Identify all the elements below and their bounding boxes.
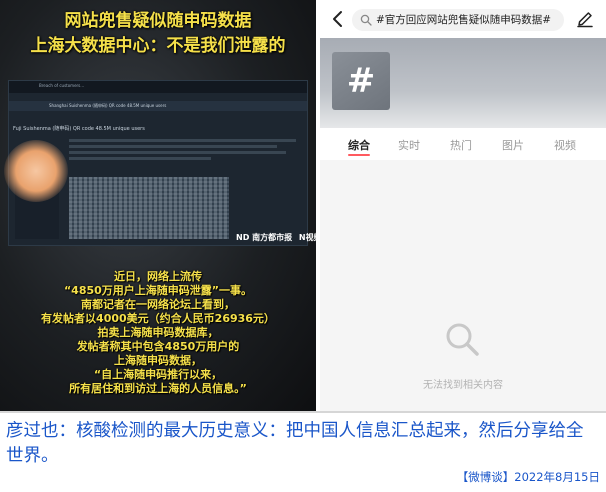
forum-post-title: Fuji Suishenma (随申码) QR code 48.5M uniqu… bbox=[13, 126, 145, 132]
video-body-line: 拍卖上海随申码数据库， bbox=[97, 326, 219, 339]
hashtag-icon: # bbox=[346, 61, 376, 101]
watermark-nandu: ND 南方都市报 bbox=[236, 233, 293, 242]
video-body-line: “4850万用户上海随申码泄露”一事。 bbox=[63, 284, 253, 297]
tab-images[interactable]: 图片 bbox=[502, 137, 524, 153]
video-title-line-2: 上海大数据中心：不是我们泄露的 bbox=[30, 36, 286, 56]
search-icon bbox=[360, 14, 372, 26]
forum-nav: Shanghai Suishenma (随申码) QR code 48.5M u… bbox=[9, 101, 307, 111]
topic-search-screen: #官方回应网站兜售疑似随申码数据# # 综合 实时 热门 图片 视频 无法找到相… bbox=[320, 0, 606, 411]
blurred-avatar-mosaic bbox=[4, 140, 68, 202]
topic-avatar: # bbox=[332, 52, 390, 110]
forum-topbar: Breach of customers… bbox=[9, 81, 307, 93]
video-frame[interactable]: 网站兜售疑似随申码数据 上海大数据中心：不是我们泄露的 Breach of cu… bbox=[0, 0, 316, 411]
forum-topbar-text: Breach of customers… bbox=[39, 83, 85, 88]
tab-realtime[interactable]: 实时 bbox=[398, 137, 420, 153]
back-arrow-icon[interactable] bbox=[328, 9, 348, 29]
watermark-nvideo: N视频 bbox=[298, 233, 316, 242]
tab-hot[interactable]: 热门 bbox=[450, 137, 472, 153]
forum-post-body bbox=[69, 139, 305, 169]
search-input[interactable]: #官方回应网站兜售疑似随申码数据# bbox=[352, 9, 564, 31]
video-body-line: 南都记者在一网络论坛上看到， bbox=[81, 298, 235, 311]
video-body-line: 上海随申码数据， bbox=[114, 354, 202, 367]
results-area: 无法找到相关内容 bbox=[320, 160, 606, 411]
caption-bar: 彦过也：核酸检测的最大历史意义：把中国人信息汇总起来，然后分享给全世界。 【微博… bbox=[0, 411, 606, 492]
search-header: #官方回应网站兜售疑似随申码数据# bbox=[320, 0, 606, 38]
tab-videos[interactable]: 视频 bbox=[554, 137, 576, 153]
forum-nav-text: Shanghai Suishenma (随申码) QR code 48.5M u… bbox=[49, 103, 167, 108]
caption-quote: 彦过也：核酸检测的最大历史意义：把中国人信息汇总起来，然后分享给全世界。 bbox=[6, 421, 584, 466]
video-body-line: 发帖者称其中包含4850万用户的 bbox=[76, 340, 240, 353]
tab-comprehensive[interactable]: 综合 bbox=[348, 137, 370, 153]
video-body-line: 有发帖者以4000美元（约合人民币26936元） bbox=[41, 312, 275, 325]
forum-data-sample bbox=[69, 177, 229, 239]
edit-pen-icon[interactable] bbox=[576, 10, 594, 28]
video-body-line: 所有居住和到访过上海的人员信息。” bbox=[69, 382, 247, 395]
topic-header: # bbox=[320, 38, 606, 128]
empty-state-message: 无法找到相关内容 bbox=[423, 380, 503, 391]
video-body-line: “自上海随申码推行以来， bbox=[93, 368, 223, 381]
active-tab-indicator bbox=[348, 154, 370, 156]
result-tabs: 综合 实时 热门 图片 视频 bbox=[320, 128, 606, 160]
video-body-line: 近日，网络上流传 bbox=[114, 270, 202, 283]
caption-source: 【微博谈】2022年8月15日 bbox=[456, 470, 600, 484]
search-query-text: #官方回应网站兜售疑似随申码数据# bbox=[376, 14, 552, 26]
video-title-line-1: 网站兜售疑似随申码数据 bbox=[64, 11, 252, 31]
magnifier-empty-icon bbox=[446, 323, 479, 356]
video-watermark: ND 南方都市报 N视频 bbox=[236, 232, 316, 243]
